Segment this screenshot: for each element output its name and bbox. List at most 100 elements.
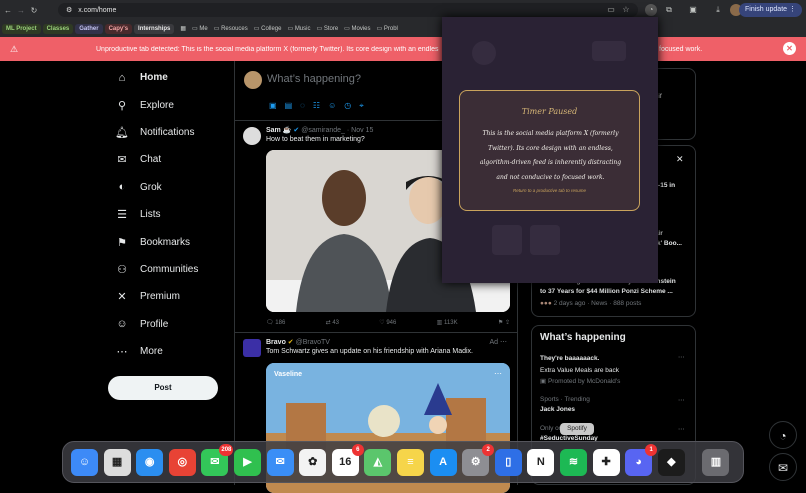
finder-icon[interactable]: ☺ bbox=[71, 449, 98, 476]
bookmark-folder-0[interactable]: ▭ Me bbox=[192, 25, 208, 32]
notes-icon[interactable]: ≡ bbox=[397, 449, 424, 476]
bookmark-4[interactable]: Internships bbox=[134, 23, 175, 34]
nav-item-label: Explore bbox=[140, 99, 174, 111]
maps-icon[interactable]: ◭ bbox=[364, 449, 392, 476]
nav-item-explore[interactable]: ⚲ Explore bbox=[108, 91, 228, 118]
photos-icon[interactable]: ✿ bbox=[299, 449, 327, 476]
chrome-icon[interactable]: ◎ bbox=[168, 449, 196, 476]
mail-icon[interactable]: ✉ bbox=[266, 449, 294, 476]
trend-more-icon-3[interactable]: ⋯ bbox=[678, 425, 685, 433]
nav-item-home[interactable]: ⌂ Home bbox=[108, 64, 228, 91]
spotify-icon[interactable]: ≋ bbox=[560, 449, 587, 476]
gif-icon[interactable]: ▤ bbox=[285, 101, 293, 111]
nav-item-profile[interactable]: ☺ Profile bbox=[108, 311, 228, 338]
notification-badge: 208 bbox=[219, 444, 234, 456]
communities-icon: ⚇ bbox=[117, 263, 127, 276]
trend-more-icon-2[interactable]: ⋯ bbox=[678, 396, 685, 404]
nav-item-label: Premium bbox=[140, 291, 181, 303]
extensions-icon[interactable]: ⧉ bbox=[663, 4, 675, 16]
nav-item-label: Notifications bbox=[140, 126, 195, 138]
bookmark-folder-1[interactable]: ▭ Resouces bbox=[214, 25, 248, 32]
notion-icon[interactable]: N bbox=[527, 449, 555, 476]
close-news-icon[interactable]: ✕ bbox=[676, 154, 684, 165]
bookmark-star-icon[interactable]: ☆ bbox=[620, 4, 632, 16]
discord-icon[interactable]: ◕ 1 bbox=[625, 444, 658, 476]
post-button[interactable]: Post bbox=[108, 376, 218, 400]
poll-icon[interactable]: ☷ bbox=[313, 101, 320, 111]
reply-button[interactable]: 🗨︎ 186 bbox=[266, 319, 285, 326]
author-avatar[interactable] bbox=[243, 127, 261, 145]
bookmark-2[interactable]: Gather bbox=[75, 23, 103, 34]
site-info-icon[interactable]: ⚙ bbox=[66, 6, 72, 14]
nav-item-communities[interactable]: ⚇ Communities bbox=[108, 256, 228, 283]
ad-author[interactable]: Bravo ✔ @BravoTV bbox=[266, 338, 330, 346]
back-icon[interactable]: ← bbox=[3, 6, 13, 15]
bookmark-folder-4[interactable]: ▭ Store bbox=[316, 25, 338, 32]
cast-icon[interactable]: ▭ bbox=[605, 4, 617, 16]
nav-item-bookmarks[interactable]: ⚑ Bookmarks bbox=[108, 228, 228, 255]
trend-more-icon[interactable]: ⋯ bbox=[678, 353, 685, 361]
location-icon[interactable]: ⌖ bbox=[359, 101, 364, 111]
cube-app-icon[interactable]: ◆ bbox=[657, 449, 685, 476]
user-avatar[interactable] bbox=[244, 71, 262, 89]
sidepanel-icon[interactable]: ▣ bbox=[687, 4, 699, 16]
folder-icon: ▭ bbox=[253, 26, 262, 32]
video-more-icon[interactable]: ⋯ bbox=[494, 369, 502, 378]
bookmark-1[interactable]: Classes bbox=[42, 23, 74, 34]
compose-input[interactable]: What’s happening? bbox=[267, 73, 361, 85]
close-banner-icon[interactable]: ✕ bbox=[783, 42, 796, 55]
trash-icon[interactable]: ▥ bbox=[702, 449, 730, 476]
nav-item-label: Communities bbox=[140, 263, 199, 275]
app-store-icon[interactable]: A bbox=[429, 449, 457, 476]
messages-fab-icon[interactable]: ✉ bbox=[769, 453, 797, 481]
nav-item-lists[interactable]: ☰ Lists bbox=[108, 201, 228, 228]
bookmark-0[interactable]: ML Project bbox=[2, 23, 41, 34]
grok-compose-icon[interactable]: ◌ bbox=[300, 101, 305, 111]
bookmark-folder-6[interactable]: ▭ Probl bbox=[377, 25, 398, 32]
retweet-button[interactable]: ⇄ 43 bbox=[326, 319, 339, 326]
trend-name[interactable]: Jack Jones bbox=[540, 406, 575, 413]
safari-icon[interactable]: ◉ bbox=[136, 449, 164, 476]
apps-grid-icon[interactable]: ▦ bbox=[180, 25, 186, 32]
nav-item-label: Grok bbox=[140, 181, 162, 193]
like-button[interactable]: ♡ 946 bbox=[379, 319, 396, 326]
lists-icon: ☰ bbox=[117, 209, 127, 222]
forward-icon[interactable]: → bbox=[16, 6, 26, 15]
schedule-icon[interactable]: ◷ bbox=[344, 101, 351, 111]
bookmark-folder-2[interactable]: ▭ College bbox=[254, 25, 282, 32]
nav-item-chat[interactable]: ✉ Chat bbox=[108, 146, 228, 173]
media-icon[interactable]: ▣ bbox=[269, 101, 277, 111]
simulator-icon[interactable]: ▯ bbox=[494, 449, 522, 476]
views-button[interactable]: ▥ 113K bbox=[437, 319, 458, 326]
bookmark-3[interactable]: Capy's bbox=[104, 23, 133, 34]
facetime-icon[interactable]: ▶ bbox=[234, 449, 261, 476]
bookmark-tweet-icon[interactable]: ⚑ bbox=[498, 320, 503, 326]
bookmark-folder-5[interactable]: ▭ Movies bbox=[344, 25, 370, 32]
news-title-line2[interactable]: to 37 Years for $44 Million Ponzi Scheme… bbox=[540, 288, 673, 295]
folder-icon: ▭ bbox=[376, 26, 384, 32]
bravo-avatar[interactable] bbox=[243, 339, 261, 357]
nav-item-more[interactable]: ⋯ More bbox=[108, 338, 228, 365]
system-settings-icon[interactable]: ⚙ 2 bbox=[462, 444, 495, 476]
nav-item-notifications[interactable]: 🔔︎ Notifications bbox=[108, 119, 228, 146]
emoji-icon[interactable]: ☺ bbox=[328, 101, 336, 111]
tweet-actions: 🗨︎ 186 ⇄ 43 ♡ 946 ▥ 113K ⚑ ⇪ bbox=[266, 319, 510, 326]
nav-item-grok[interactable]: ◐ Grok bbox=[108, 174, 228, 201]
nav-item-premium[interactable]: ✕ Premium bbox=[108, 283, 228, 310]
finish-update-button[interactable]: Finish update ⋮ bbox=[739, 3, 802, 17]
share-icon[interactable]: ⇪ bbox=[505, 320, 510, 326]
address-bar[interactable]: ⚙ x.com/home bbox=[58, 3, 638, 17]
trend-subtitle: Extra Value Meals are back bbox=[540, 367, 619, 374]
messages-icon[interactable]: ✉ 208 bbox=[201, 444, 234, 476]
slack-icon[interactable]: ✚ bbox=[592, 449, 620, 476]
extension-timer-icon[interactable]: ◔ bbox=[645, 4, 657, 16]
grok-fab-icon[interactable]: ◔ bbox=[769, 421, 797, 449]
tweet-author[interactable]: Sam ☕ ✔ @samirande_ · Nov 15 bbox=[266, 126, 373, 134]
macos-dock: ☺ ▦ ◉ ◎ ✉ 208 ▶ ✉ ✿ 16 6 ◭ ≡ A ⚙ 2 ▯ N ≋ ✚ ◕ 1 ◆ ▥ bbox=[62, 441, 744, 483]
trend-title[interactable]: They're baaaaaack. bbox=[540, 355, 599, 362]
reload-icon[interactable]: ↻ bbox=[29, 6, 39, 15]
launchpad-icon[interactable]: ▦ bbox=[103, 449, 131, 476]
bookmark-folder-3[interactable]: ▭ Music bbox=[287, 25, 310, 32]
calendar-icon[interactable]: 16 6 bbox=[331, 444, 364, 476]
download-icon[interactable]: ⤓ bbox=[712, 4, 724, 16]
